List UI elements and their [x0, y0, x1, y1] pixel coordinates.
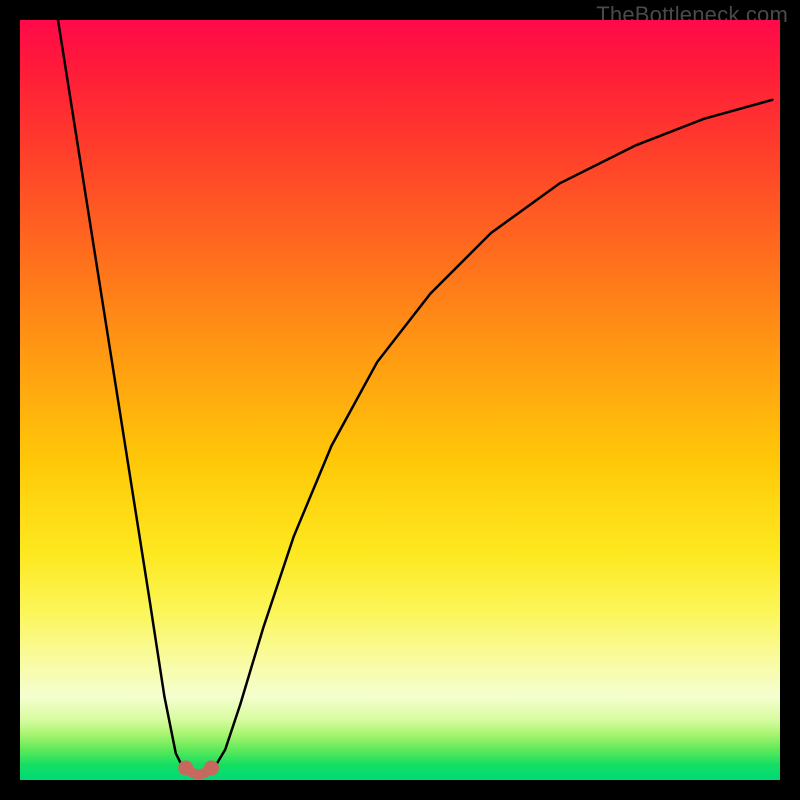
- trough-marker-right: [204, 760, 219, 775]
- trough-marker-left: [178, 760, 193, 775]
- curve-left-branch: [58, 20, 214, 775]
- chart-curve-group: [58, 20, 772, 775]
- chart-overlay: [20, 20, 780, 780]
- chart-frame: [20, 20, 780, 780]
- curve-right-branch: [183, 100, 772, 775]
